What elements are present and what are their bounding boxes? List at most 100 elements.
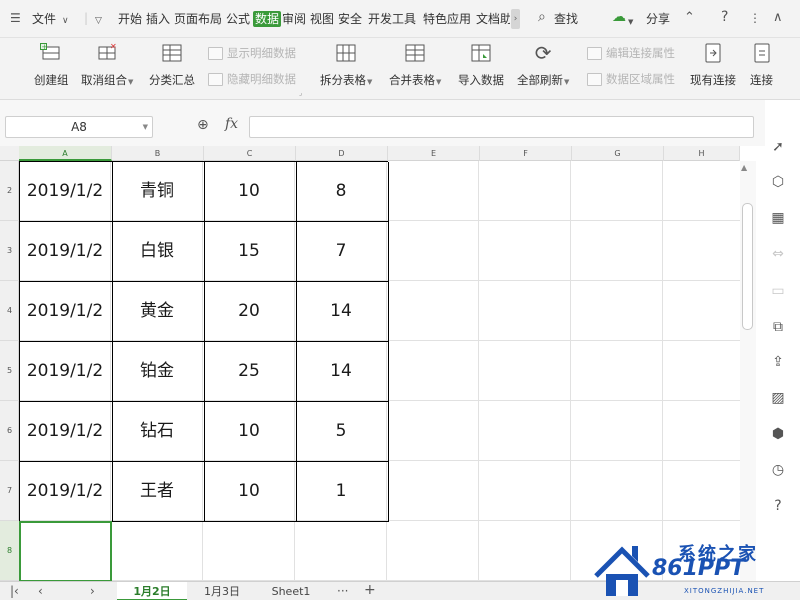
row-header[interactable]: 8: [0, 521, 19, 581]
share-button[interactable]: 分享: [646, 11, 670, 27]
table-cell[interactable]: 2019/1/2: [19, 401, 111, 461]
formula-input[interactable]: [249, 116, 754, 138]
tab-insert[interactable]: 插入: [146, 11, 170, 27]
active-cell-a8[interactable]: [19, 521, 112, 581]
table-cell[interactable]: 15: [203, 221, 295, 281]
row-header[interactable]: 7: [0, 461, 19, 521]
table-cell[interactable]: 8: [295, 161, 387, 221]
add-sheet-button[interactable]: +: [364, 582, 376, 599]
sheet-tab-jan3[interactable]: 1月3日: [190, 582, 254, 600]
spreadsheet-grid[interactable]: 2019/1/2 青铜 10 8 2019/1/2 白银 15 7 2019/1…: [19, 161, 740, 581]
column-header[interactable]: A: [19, 146, 112, 161]
history-icon[interactable]: ◷: [769, 461, 787, 479]
table-cell[interactable]: 青铜: [111, 161, 203, 221]
table-cell[interactable]: 14: [295, 341, 387, 401]
table-cell[interactable]: 铂金: [111, 341, 203, 401]
name-box[interactable]: A8 ▼: [5, 116, 153, 138]
table-cell[interactable]: 20: [203, 281, 295, 341]
dialog-launcher-icon[interactable]: ⌟: [299, 89, 302, 97]
tab-special-apps[interactable]: 特色应用: [423, 11, 471, 27]
refresh-all-button[interactable]: ⟳ 全部刷新▼: [517, 41, 569, 88]
row-header[interactable]: 3: [0, 221, 19, 281]
table-cell[interactable]: 25: [203, 341, 295, 401]
chevron-down-icon[interactable]: ∨: [62, 13, 69, 29]
tabs-scroll-right-button[interactable]: ›: [511, 9, 520, 29]
scroll-arrow-icon[interactable]: ⌃: [741, 168, 748, 177]
collapse-ribbon-icon[interactable]: ⌃: [684, 10, 695, 26]
sheet-tab-sheet1[interactable]: Sheet1: [258, 582, 324, 600]
search-icon[interactable]: ⌕: [538, 9, 546, 25]
table-cell[interactable]: 1: [295, 461, 387, 521]
column-header[interactable]: D: [296, 146, 388, 161]
collapse-up-icon[interactable]: ∧: [773, 10, 783, 26]
table-cell[interactable]: 2019/1/2: [19, 461, 111, 521]
tab-security[interactable]: 安全: [338, 11, 362, 27]
column-header[interactable]: B: [112, 146, 204, 161]
tab-home[interactable]: 开始: [118, 11, 142, 27]
more-options-icon[interactable]: ⋮: [749, 10, 761, 26]
table-cell[interactable]: 钻石: [111, 401, 203, 461]
table-cell[interactable]: 王者: [111, 461, 203, 521]
tab-review[interactable]: 审阅: [282, 11, 306, 27]
merge-table-button[interactable]: 合并表格▼: [389, 42, 441, 88]
column-header[interactable]: F: [480, 146, 572, 161]
tab-doc-assistant[interactable]: 文档助: [476, 11, 510, 27]
table-cell[interactable]: 10: [203, 461, 295, 521]
tab-formula[interactable]: 公式: [226, 11, 250, 27]
table-cell[interactable]: 7: [295, 221, 387, 281]
table-cell[interactable]: 10: [203, 161, 295, 221]
column-header[interactable]: C: [204, 146, 296, 161]
search-label[interactable]: 查找: [554, 11, 578, 27]
row-header[interactable]: 2: [0, 161, 19, 221]
existing-connection-button[interactable]: 现有连接: [690, 42, 736, 88]
tab-view[interactable]: 视图: [310, 11, 334, 27]
ungroup-button[interactable]: ✕ 取消组合▼: [81, 42, 133, 88]
tab-developer[interactable]: 开发工具: [368, 11, 416, 27]
zoom-icon[interactable]: ⊕: [197, 117, 209, 133]
row-header[interactable]: 5: [0, 341, 19, 401]
image-icon[interactable]: ▨: [769, 389, 787, 407]
table-cell[interactable]: 2019/1/2: [19, 341, 111, 401]
sheet-tab-jan2[interactable]: 1月2日: [117, 582, 187, 600]
table-cell[interactable]: 2019/1/2: [19, 161, 111, 221]
vertical-scroll-thumb[interactable]: [742, 203, 753, 330]
chevron-down-icon[interactable]: ▼: [628, 14, 633, 30]
quick-access-dropdown-icon[interactable]: ▽: [95, 13, 102, 29]
table-cell[interactable]: 14: [295, 281, 387, 341]
insert-function-button[interactable]: fx: [225, 116, 238, 132]
security-icon[interactable]: ⬢: [769, 425, 787, 443]
table-cell[interactable]: 白银: [111, 221, 203, 281]
column-header[interactable]: H: [664, 146, 740, 161]
table-cell[interactable]: 黄金: [111, 281, 203, 341]
column-header[interactable]: G: [572, 146, 664, 161]
more-sheets-button[interactable]: ···: [337, 582, 348, 600]
file-menu[interactable]: 文件: [32, 11, 56, 27]
cloud-sync-icon[interactable]: ☁: [612, 9, 626, 25]
tab-data[interactable]: 数据: [253, 11, 282, 27]
connect-button[interactable]: 连接: [750, 42, 773, 88]
prev-sheet-icon[interactable]: ‹: [38, 582, 43, 600]
table-cell[interactable]: 2019/1/2: [19, 221, 111, 281]
table-style-icon[interactable]: ▦: [769, 209, 787, 227]
menu-icon[interactable]: ☰: [10, 10, 21, 26]
edit-link-props-button[interactable]: 编辑连接属性: [587, 45, 675, 61]
column-header[interactable]: E: [388, 146, 480, 161]
cursor-select-icon[interactable]: ➚: [769, 138, 787, 156]
row-header[interactable]: 4: [0, 281, 19, 341]
subtotal-button[interactable]: 分类汇总: [149, 42, 195, 88]
tab-page-layout[interactable]: 页面布局: [174, 11, 222, 27]
shapes-icon[interactable]: ⬡: [769, 173, 787, 191]
hide-detail-button[interactable]: 隐藏明细数据: [208, 71, 296, 87]
import-data-button[interactable]: 导入数据: [458, 42, 504, 88]
table-cell[interactable]: 10: [203, 401, 295, 461]
backup-icon[interactable]: ⧉: [769, 318, 787, 336]
share-out-icon[interactable]: ⇪: [769, 353, 787, 371]
show-detail-button[interactable]: 显示明细数据: [208, 45, 296, 61]
table-cell[interactable]: 2019/1/2: [19, 281, 111, 341]
row-header[interactable]: 6: [0, 401, 19, 461]
table-cell[interactable]: 5: [295, 401, 387, 461]
create-group-button[interactable]: + 创建组: [34, 42, 69, 88]
next-sheet-icon[interactable]: ›: [90, 582, 95, 600]
help-icon[interactable]: ?: [769, 497, 787, 515]
data-range-props-button[interactable]: 数据区域属性: [587, 71, 675, 87]
